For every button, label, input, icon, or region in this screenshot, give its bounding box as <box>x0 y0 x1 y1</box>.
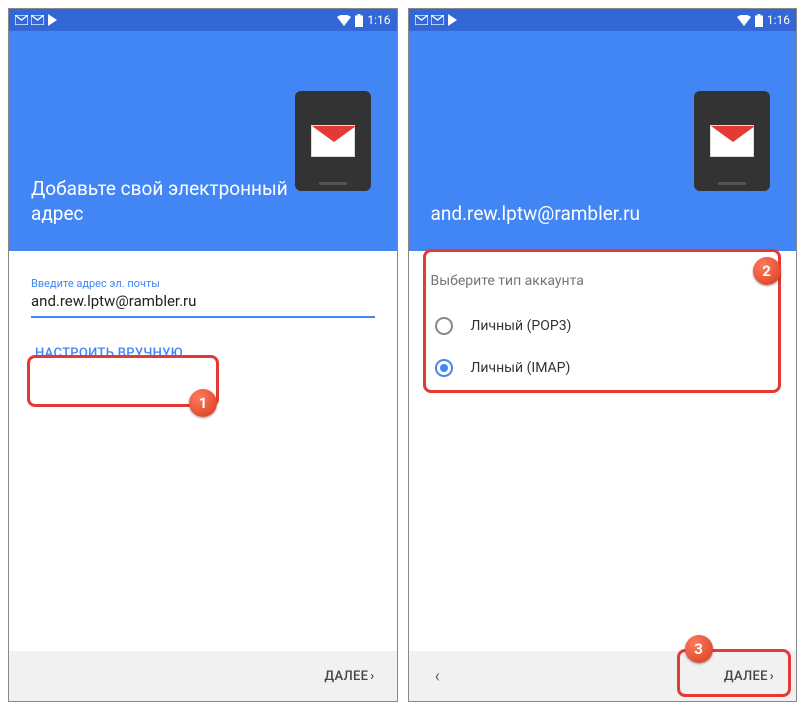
page-title: Добавьте свой электронный адрес <box>31 176 291 227</box>
content: Выберите тип аккаунта Личный (POP3) Личн… <box>409 251 797 651</box>
status-bar: 1:16 <box>9 9 397 31</box>
screen-1: 1:16 Добавьте свой электронный адрес Вве… <box>8 8 398 702</box>
wifi-icon <box>337 15 351 26</box>
status-bar: 1:16 <box>409 9 797 31</box>
footer: ‹ ДАЛЕЕ › <box>409 651 797 701</box>
gmail-icon <box>311 125 355 157</box>
wifi-icon <box>737 15 751 26</box>
chevron-left-icon: ‹ <box>435 666 440 687</box>
radio-imap[interactable]: Личный (IMAP) <box>431 347 775 389</box>
radio-label: Личный (POP3) <box>471 318 572 334</box>
status-time: 1:16 <box>767 13 790 27</box>
battery-icon <box>755 14 763 27</box>
radio-label: Личный (IMAP) <box>471 360 571 376</box>
chevron-right-icon: › <box>370 669 374 684</box>
section-label: Выберите тип аккаунта <box>431 273 775 289</box>
back-button[interactable]: ‹ <box>425 660 450 693</box>
email-label: Введите адрес эл. почты <box>31 277 375 290</box>
device-illustration <box>694 91 770 191</box>
next-button[interactable]: ДАЛЕЕ › <box>718 661 780 692</box>
play-store-icon <box>447 14 458 26</box>
radio-pop3[interactable]: Личный (POP3) <box>431 305 775 347</box>
radio-icon <box>435 359 453 377</box>
gmail-notif-icon <box>15 14 28 26</box>
next-button[interactable]: ДАЛЕЕ › <box>318 661 380 692</box>
screen-2: 1:16 and.rew.lptw@rambler.ru Выберите ти… <box>408 8 798 702</box>
email-field[interactable]: Введите адрес эл. почты and.rew.lptw@ram… <box>31 273 375 318</box>
content: Введите адрес эл. почты and.rew.lptw@ram… <box>9 251 397 651</box>
gmail-notif-icon <box>31 14 44 26</box>
device-illustration <box>295 91 371 191</box>
gmail-icon <box>710 125 754 157</box>
footer: ДАЛЕЕ › <box>9 651 397 701</box>
header: and.rew.lptw@rambler.ru <box>409 31 797 251</box>
radio-icon <box>435 317 453 335</box>
manual-setup-button[interactable]: НАСТРОИТЬ ВРУЧНУЮ <box>31 336 187 371</box>
chevron-right-icon: › <box>770 669 774 684</box>
gmail-notif-icon <box>415 14 428 26</box>
gmail-notif-icon <box>431 14 444 26</box>
battery-icon <box>355 14 363 27</box>
header: Добавьте свой электронный адрес <box>9 31 397 251</box>
status-time: 1:16 <box>367 13 390 27</box>
email-value: and.rew.lptw@rambler.ru <box>31 292 375 310</box>
play-store-icon <box>47 14 58 26</box>
page-title: and.rew.lptw@rambler.ru <box>431 201 691 227</box>
